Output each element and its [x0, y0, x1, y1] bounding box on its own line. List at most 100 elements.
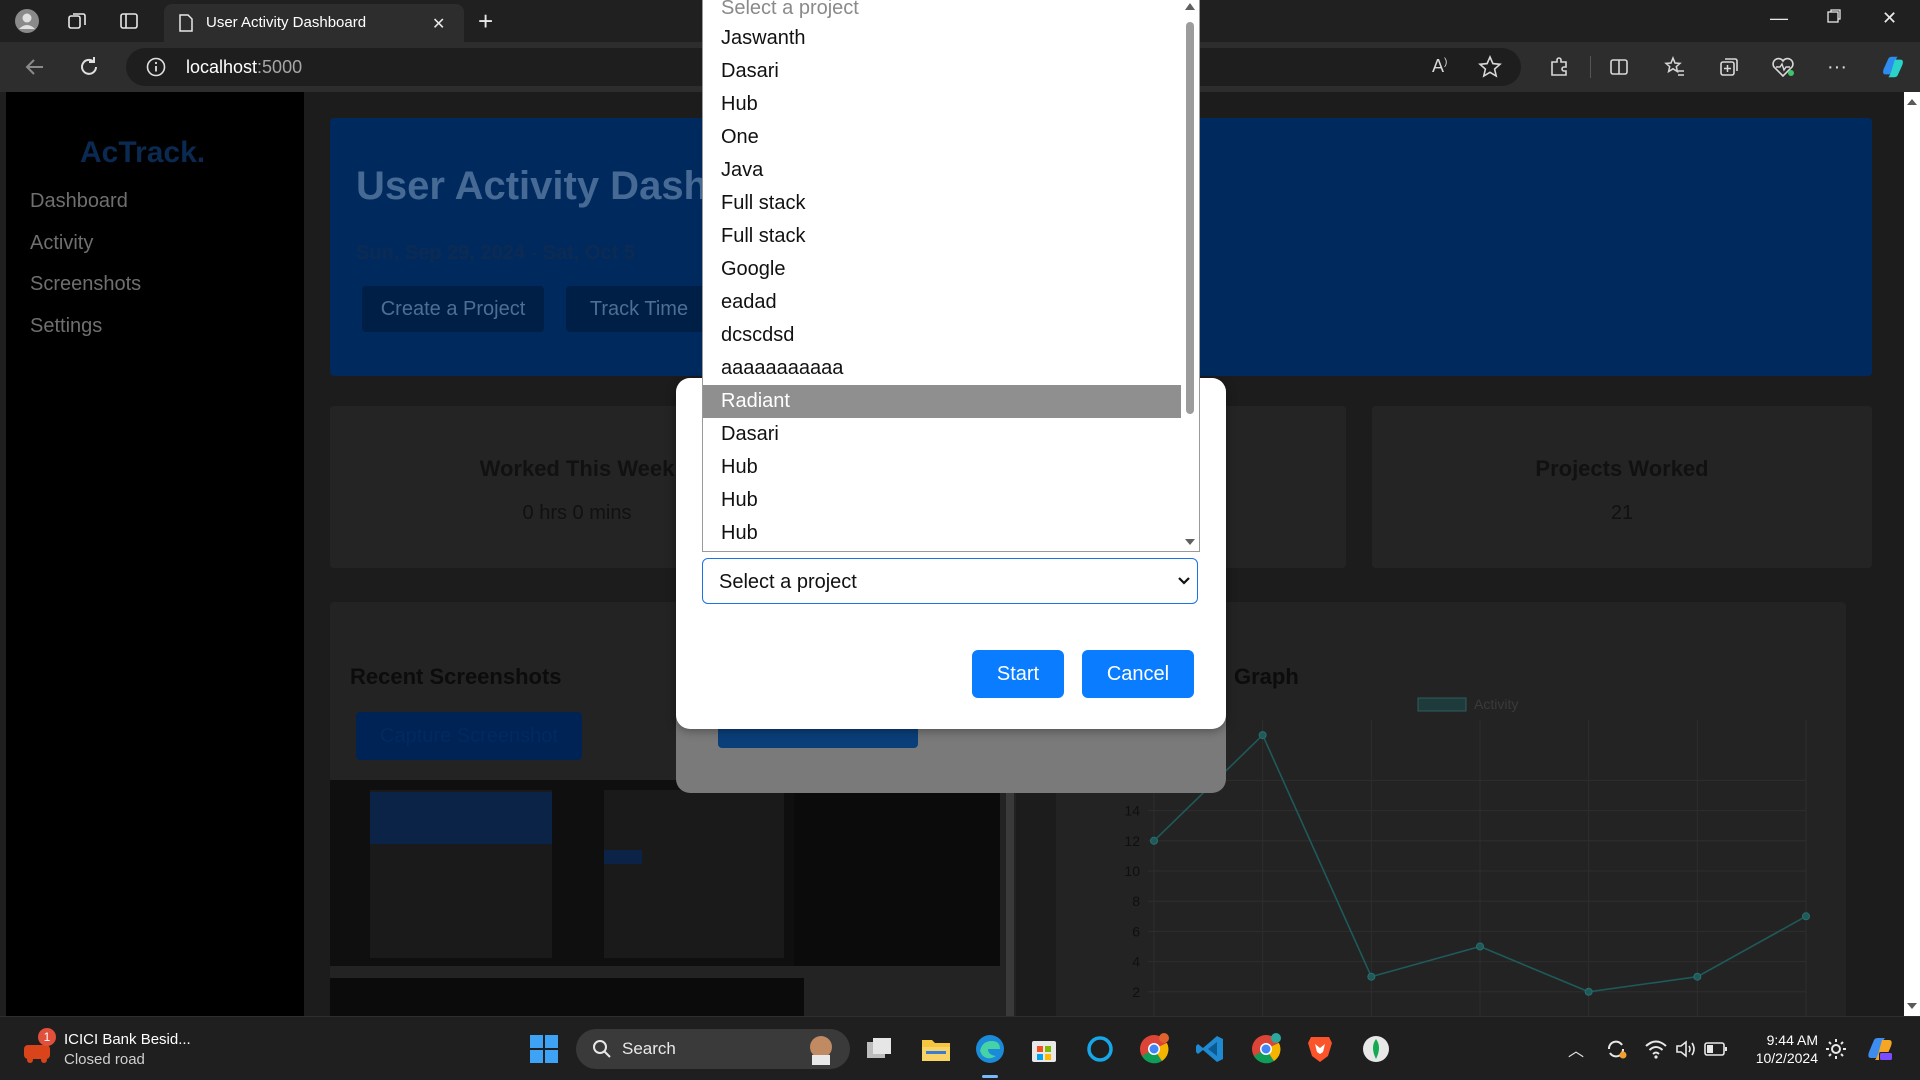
dropdown-option[interactable]: Hub [703, 517, 1181, 550]
screenshot-thumbnail[interactable] [594, 780, 794, 966]
start-button[interactable]: Start [972, 650, 1064, 698]
y-tick-label: 8 [1132, 893, 1140, 909]
data-point [1258, 731, 1267, 740]
copilot-icon[interactable] [1880, 54, 1906, 80]
url-text: localhost:5000 [186, 57, 303, 77]
favorites-list-icon[interactable] [1662, 54, 1688, 80]
create-project-button[interactable]: Create a Project [362, 286, 544, 332]
windows-taskbar: 1 ICICI Bank Besid... Closed road Search [0, 1016, 1920, 1080]
sidebar: AcTrack. Dashboard Activity Screenshots … [6, 92, 304, 1016]
dropdown-option[interactable]: Dasari [703, 55, 1181, 88]
dropdown-option[interactable]: Full stack [703, 187, 1181, 220]
project-select[interactable]: Select a project [702, 558, 1198, 604]
favorite-star-icon[interactable] [1478, 55, 1502, 79]
collections-icon[interactable] [1716, 54, 1742, 80]
extensions-icon[interactable] [1546, 54, 1572, 80]
cancel-button[interactable]: Cancel [1082, 650, 1194, 698]
file-explorer-icon[interactable] [918, 1031, 954, 1067]
profile-icon[interactable] [14, 8, 40, 34]
dropdown-option[interactable]: aaaaaaaaaaa [703, 352, 1181, 385]
projects-title: Projects Worked [1535, 456, 1709, 481]
dropdown-option[interactable]: Full stack [703, 220, 1181, 253]
dropdown-option[interactable]: Hub [703, 451, 1181, 484]
cortana-icon[interactable] [1082, 1031, 1118, 1067]
screenshot-thumbnail[interactable] [330, 780, 594, 966]
split-screen-icon[interactable] [1606, 54, 1632, 80]
browser-essentials-icon[interactable] [1770, 54, 1796, 80]
back-arrow-icon[interactable] [22, 54, 48, 80]
dropdown-scrollbar[interactable] [1181, 0, 1199, 551]
notification-settings-icon[interactable] [1818, 1031, 1854, 1067]
dropdown-option[interactable]: Dasari [703, 418, 1181, 451]
close-tab-icon[interactable]: ✕ [432, 14, 445, 34]
search-icon [592, 1039, 612, 1059]
screenshot-thumbnail[interactable] [330, 978, 804, 1016]
task-view-icon[interactable] [862, 1031, 898, 1067]
y-tick-label: 6 [1132, 923, 1140, 939]
new-tab-button[interactable]: + [478, 8, 493, 34]
battery-icon[interactable] [1698, 1031, 1734, 1067]
clock-time: 9:44 AM [1766, 1032, 1818, 1048]
dropdown-option[interactable]: Java [703, 154, 1181, 187]
dropdown-option[interactable]: Jaswanth [703, 22, 1181, 55]
tab-actions-icon[interactable] [116, 8, 142, 34]
y-tick-label: 4 [1132, 954, 1140, 970]
sidebar-item-dashboard[interactable]: Dashboard [30, 190, 128, 213]
dropdown-option[interactable]: eadad [703, 286, 1181, 319]
search-label: Search [622, 1039, 676, 1058]
mongodb-compass-icon[interactable] [1358, 1031, 1394, 1067]
y-tick-label: 12 [1124, 833, 1140, 849]
site-info-icon[interactable] [146, 57, 166, 77]
dropdown-option[interactable]: Google [703, 253, 1181, 286]
taskbar-search-box[interactable]: Search [576, 1029, 850, 1069]
sidebar-item-activity[interactable]: Activity [30, 232, 93, 255]
project-dropdown-list[interactable]: Select a project Jaswanth Dasari Hub One Jav… [702, 0, 1200, 552]
data-point [1584, 987, 1593, 996]
dropdown-option[interactable]: Hub [703, 484, 1181, 517]
data-point [1802, 912, 1810, 921]
dropdown-scroll-thumb[interactable] [1186, 22, 1194, 414]
sync-icon[interactable] [1598, 1031, 1634, 1067]
legend-swatch [1417, 697, 1467, 712]
screenshots-title: Recent Screenshots [350, 664, 562, 689]
track-time-button[interactable]: Track Time [566, 286, 712, 332]
chevron-up-icon[interactable]: ︿ [1558, 1031, 1594, 1067]
toolbar-divider [1590, 56, 1591, 78]
data-point [1150, 836, 1158, 845]
y-tick-label: 10 [1124, 863, 1140, 879]
minimize-icon[interactable]: — [1770, 8, 1788, 29]
refresh-icon[interactable] [76, 54, 102, 80]
microsoft-store-icon[interactable] [1026, 1031, 1062, 1067]
read-aloud-icon[interactable]: A) [1432, 56, 1447, 77]
page-title: User Activity Dash [356, 164, 708, 208]
workspaces-icon[interactable] [64, 8, 90, 34]
screenshot-thumbnail[interactable] [794, 780, 1000, 966]
chrome-profile-icon[interactable] [1248, 1031, 1284, 1067]
dropdown-option[interactable]: Radiant [703, 385, 1181, 418]
copilot-taskbar-icon[interactable] [1862, 1031, 1898, 1067]
dropdown-option[interactable]: One [703, 121, 1181, 154]
more-menu-icon[interactable]: ··· [1824, 54, 1850, 80]
clock-date: 10/2/2024 [1755, 1050, 1818, 1066]
close-window-icon[interactable]: ✕ [1882, 8, 1897, 29]
tab-user-activity-dashboard[interactable]: User Activity Dashboard ✕ [164, 4, 464, 42]
dropdown-option[interactable]: Hub [703, 88, 1181, 121]
sidebar-item-settings[interactable]: Settings [30, 315, 102, 338]
edge-browser-icon[interactable] [972, 1031, 1008, 1078]
start-menu-icon[interactable] [526, 1031, 562, 1067]
page-scrollbar[interactable] [1904, 92, 1920, 1016]
tab-title: User Activity Dashboard [206, 14, 367, 31]
dropdown-option[interactable]: dcscdsd [703, 319, 1181, 352]
y-tick-label: 2 [1132, 984, 1140, 1000]
project-select-value: Select a project [719, 571, 857, 593]
capture-screenshot-button[interactable]: Capture Screenshot [356, 712, 582, 760]
system-clock[interactable]: 9:44 AM 10/2/2024 [1748, 1031, 1818, 1067]
news-subtitle: Closed road [64, 1051, 145, 1068]
chrome-icon[interactable] [1136, 1031, 1172, 1067]
data-point [1367, 972, 1376, 981]
sidebar-item-screenshots[interactable]: Screenshots [30, 273, 141, 296]
news-badge: 1 [38, 1028, 56, 1046]
vscode-icon[interactable] [1192, 1031, 1228, 1067]
brave-browser-icon[interactable] [1302, 1031, 1338, 1067]
restore-icon[interactable] [1826, 8, 1842, 24]
